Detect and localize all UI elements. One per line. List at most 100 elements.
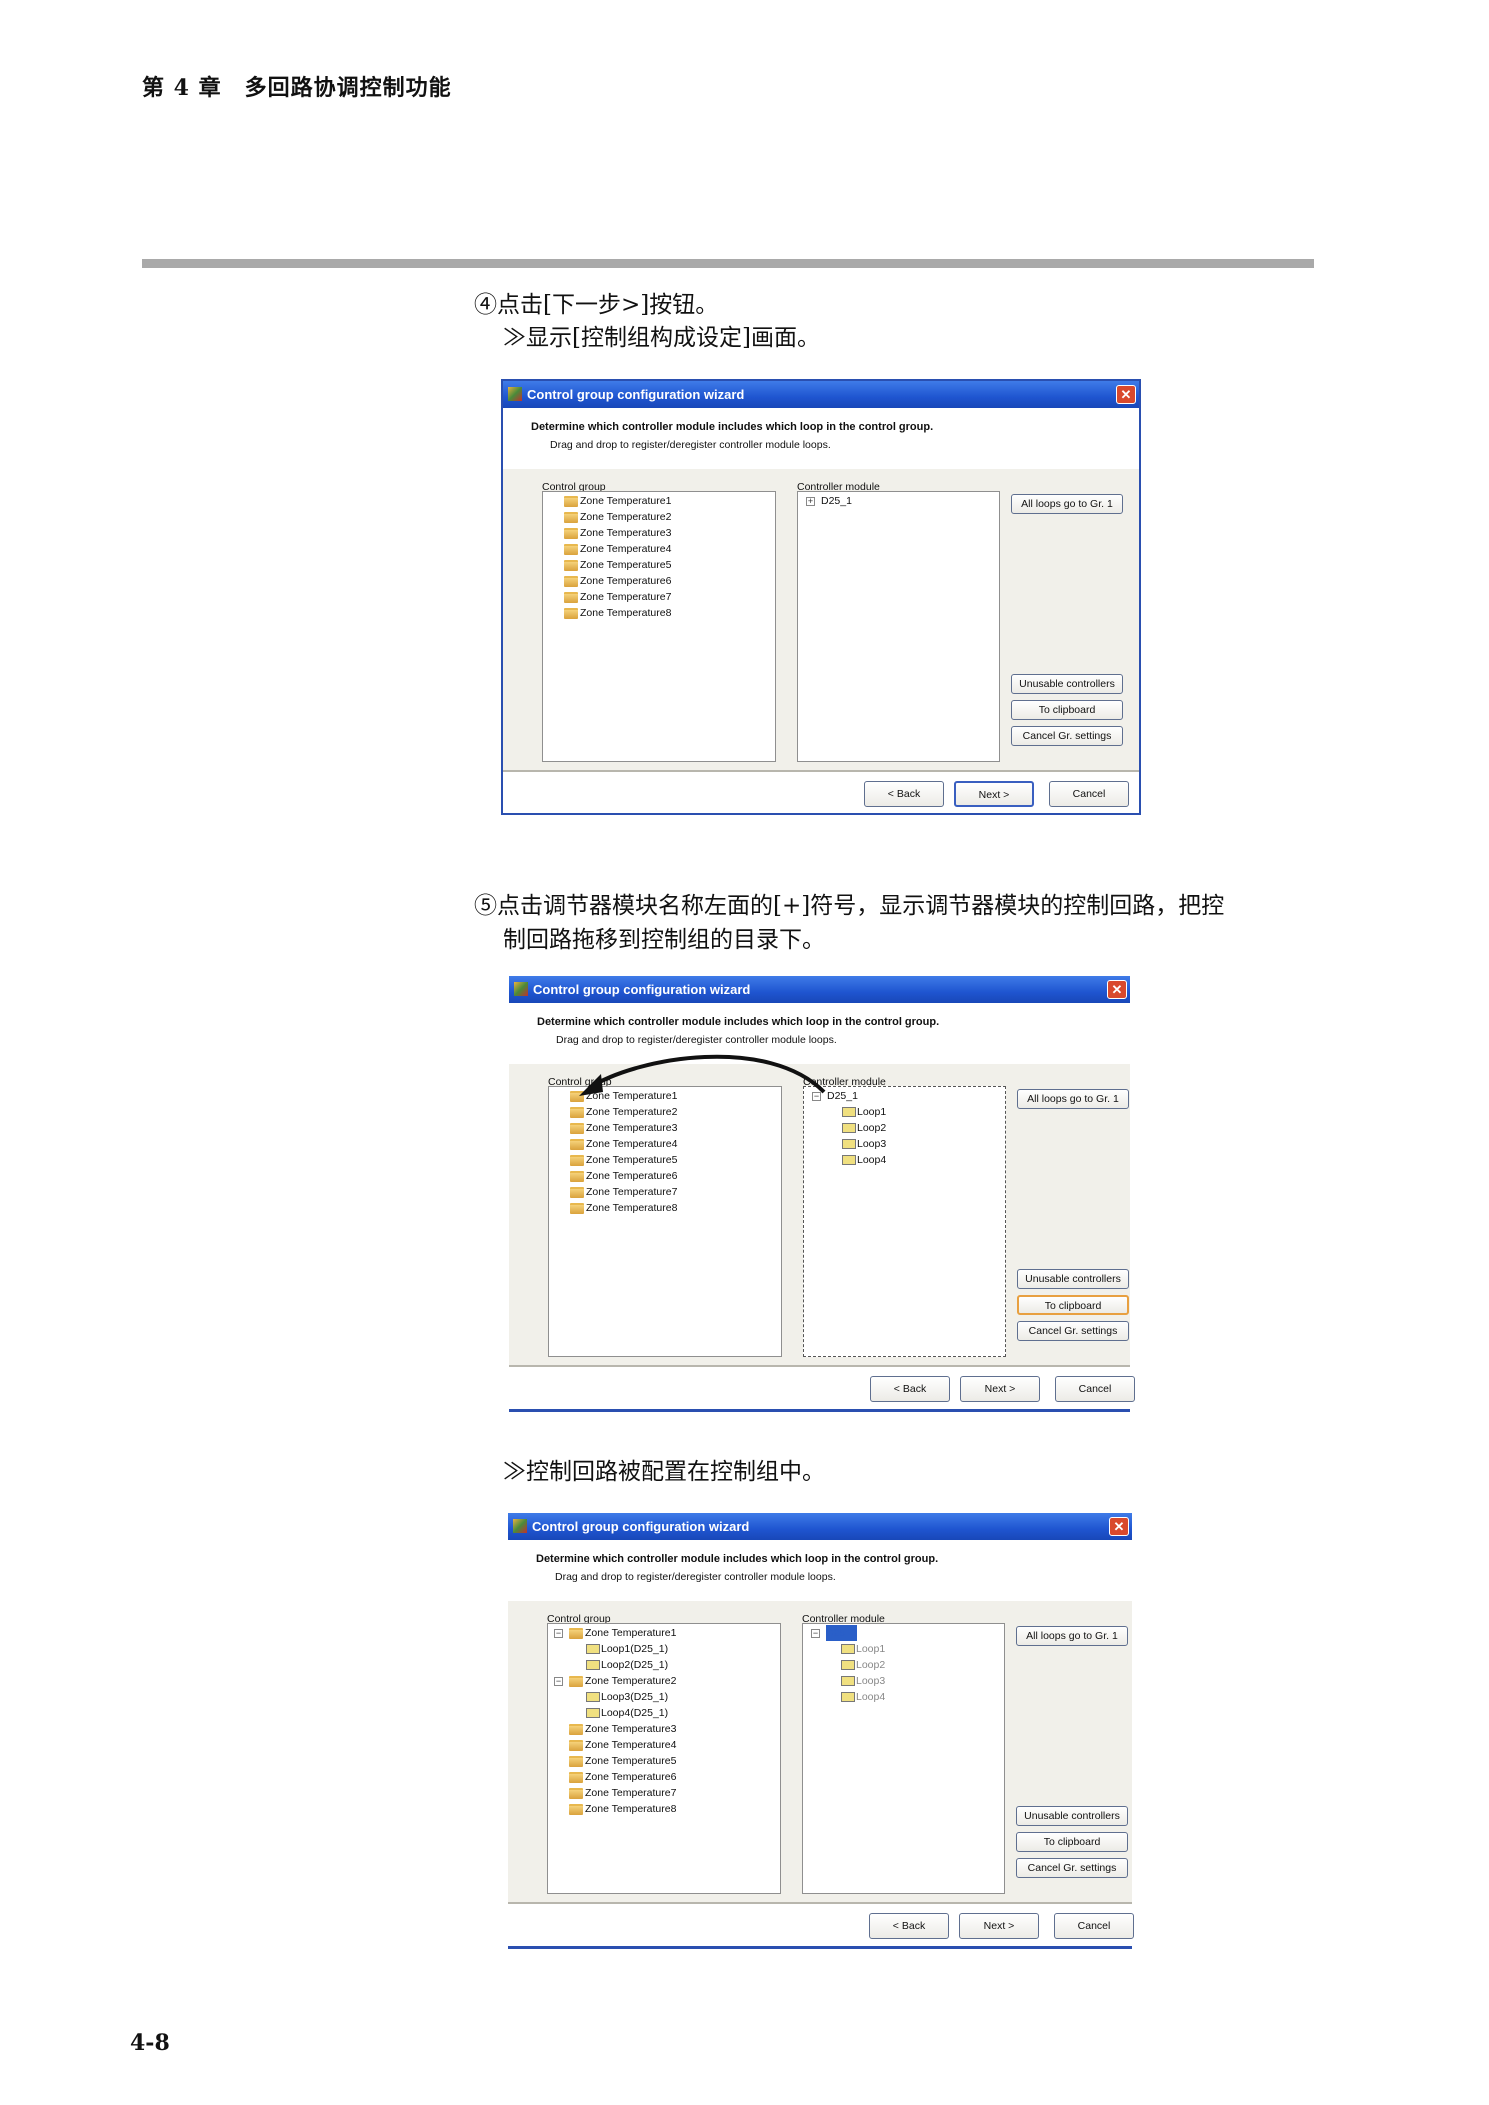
tree-item[interactable]: Zone Temperature6 <box>549 573 671 589</box>
tree-item[interactable]: Loop1 <box>841 1641 885 1657</box>
tree-item[interactable]: Zone Temperature4 <box>555 1136 677 1152</box>
tree-item[interactable]: Zone Temperature6 <box>554 1769 676 1785</box>
next-button[interactable]: Next > <box>959 1913 1039 1939</box>
control-group-tree[interactable]: − Zone Temperature1 Loop1(D25_1) Loop2(D25_… <box>547 1623 781 1894</box>
tree-item[interactable]: Zone Temperature7 <box>555 1184 677 1200</box>
folder-icon <box>564 575 578 587</box>
control-group-tree[interactable]: Zone Temperature1 Zone Temperature2 Zone T… <box>542 491 776 762</box>
all-loops-button[interactable]: All loops go to Gr. 1 <box>1011 494 1123 514</box>
cancel-gr-settings-button[interactable]: Cancel Gr. settings <box>1011 726 1123 746</box>
tree-item-label: Zone Temperature6 <box>586 1170 678 1182</box>
tree-item[interactable]: Zone Temperature2 <box>549 509 671 525</box>
tree-item[interactable]: + D25_1 <box>806 493 852 509</box>
tree-item[interactable]: Zone Temperature3 <box>549 525 671 541</box>
dialog-title: Control group configuration wizard <box>533 982 751 997</box>
folder-icon <box>570 1138 584 1150</box>
collapse-icon[interactable]: − <box>554 1676 563 1686</box>
back-button[interactable]: < Back <box>869 1913 949 1939</box>
cancel-button[interactable]: Cancel <box>1054 1913 1134 1939</box>
tree-item[interactable]: Zone Temperature4 <box>549 541 671 557</box>
tree-item-label: Zone Temperature2 <box>580 511 672 523</box>
unusable-controllers-button[interactable]: Unusable controllers <box>1017 1269 1129 1289</box>
to-clipboard-button[interactable]: To clipboard <box>1011 700 1123 720</box>
wizard-dialog-step4: Control group configuration wizard ✕ Deter… <box>501 379 1141 815</box>
tree-item[interactable]: Loop1 <box>842 1104 886 1120</box>
controller-module-tree[interactable]: − D25_1 Loop1 Loop2 Loop3 Loop4 <box>803 1086 1006 1357</box>
tree-item[interactable]: Zone Temperature1 <box>555 1088 677 1104</box>
tree-item[interactable]: Loop2 <box>842 1120 886 1136</box>
cancel-button[interactable]: Cancel <box>1055 1376 1135 1402</box>
step5-line2: 制回路拖移到控制组的目录下。 <box>503 927 825 953</box>
tree-item[interactable]: Loop4 <box>842 1152 886 1168</box>
tree-item-label: Loop4 <box>857 1154 887 1166</box>
tree-item[interactable]: Zone Temperature7 <box>549 589 671 605</box>
unusable-controllers-button[interactable]: Unusable controllers <box>1011 674 1123 694</box>
tree-item[interactable]: Loop3 <box>842 1136 886 1152</box>
folder-icon <box>570 1154 584 1166</box>
cancel-gr-settings-button[interactable]: Cancel Gr. settings <box>1017 1321 1129 1341</box>
tree-item[interactable]: Zone Temperature5 <box>549 557 671 573</box>
controller-module-tree[interactable]: + D25_1 <box>797 491 1000 762</box>
collapse-icon[interactable]: − <box>554 1628 563 1638</box>
tree-item[interactable]: Zone Temperature7 <box>554 1785 676 1801</box>
back-button[interactable]: < Back <box>864 781 944 807</box>
folder-icon <box>564 527 578 539</box>
tree-item[interactable]: Zone Temperature6 <box>555 1168 677 1184</box>
tree-item[interactable]: Zone Temperature2 <box>555 1104 677 1120</box>
chapter-header: 第 4 章 多回路协调控制功能 <box>142 75 452 101</box>
step4-line2: ≫显示[控制组构成设定]画面。 <box>503 325 820 351</box>
tree-item[interactable]: Zone Temperature1 <box>549 493 671 509</box>
next-button[interactable]: Next > <box>960 1376 1040 1402</box>
tree-item[interactable]: Loop4 <box>841 1689 885 1705</box>
close-button[interactable]: ✕ <box>1109 1517 1129 1536</box>
expand-icon[interactable]: + <box>806 496 815 506</box>
close-button[interactable]: ✕ <box>1116 385 1136 404</box>
page-number: 4-8 <box>130 2030 170 2056</box>
tree-item[interactable]: − D25_1 <box>811 1625 857 1641</box>
tree-item[interactable]: Loop3(D25_1) <box>586 1689 668 1705</box>
loop-icon <box>841 1644 855 1654</box>
dialog-title: Control group configuration wizard <box>527 387 745 402</box>
all-loops-button[interactable]: All loops go to Gr. 1 <box>1016 1626 1128 1646</box>
loop-icon <box>842 1107 856 1117</box>
tree-item[interactable]: Zone Temperature3 <box>554 1721 676 1737</box>
tree-item[interactable]: Zone Temperature8 <box>549 605 671 621</box>
tree-item-label: Zone Temperature6 <box>585 1771 677 1783</box>
tree-item[interactable]: − Zone Temperature1 <box>554 1625 676 1641</box>
next-button[interactable]: Next > <box>954 781 1034 807</box>
tree-item-label: Loop2 <box>856 1659 886 1671</box>
all-loops-button[interactable]: All loops go to Gr. 1 <box>1017 1089 1129 1109</box>
tree-item[interactable]: Zone Temperature5 <box>555 1152 677 1168</box>
collapse-icon[interactable]: − <box>812 1091 821 1101</box>
tree-item[interactable]: Loop1(D25_1) <box>586 1641 668 1657</box>
tree-item[interactable]: − Zone Temperature2 <box>554 1673 676 1689</box>
folder-icon <box>569 1755 583 1767</box>
tree-item-label: Zone Temperature3 <box>580 527 672 539</box>
tree-item[interactable]: Loop4(D25_1) <box>586 1705 668 1721</box>
cancel-button[interactable]: Cancel <box>1049 781 1129 807</box>
control-group-tree[interactable]: Zone Temperature1 Zone Temperature2 Zone T… <box>548 1086 782 1357</box>
tree-item[interactable]: Zone Temperature8 <box>555 1200 677 1216</box>
controller-module-tree[interactable]: − D25_1 Loop1 Loop2 Loop3 Loop4 <box>802 1623 1005 1894</box>
cancel-gr-settings-button[interactable]: Cancel Gr. settings <box>1016 1858 1128 1878</box>
tree-item[interactable]: Zone Temperature3 <box>555 1120 677 1136</box>
back-button[interactable]: < Back <box>870 1376 950 1402</box>
tree-item-label: Loop1 <box>856 1643 886 1655</box>
tree-item[interactable]: Zone Temperature4 <box>554 1737 676 1753</box>
to-clipboard-button[interactable]: To clipboard <box>1017 1295 1129 1315</box>
dialog-subheading: Drag and drop to register/deregister con… <box>556 1034 837 1046</box>
loop-icon <box>841 1692 855 1702</box>
close-button[interactable]: ✕ <box>1107 980 1127 999</box>
tree-item[interactable]: Loop3 <box>841 1673 885 1689</box>
folder-icon <box>569 1627 583 1639</box>
collapse-icon[interactable]: − <box>811 1628 820 1638</box>
unusable-controllers-button[interactable]: Unusable controllers <box>1016 1806 1128 1826</box>
to-clipboard-button[interactable]: To clipboard <box>1016 1832 1128 1852</box>
tree-item[interactable]: Loop2 <box>841 1657 885 1673</box>
tree-item[interactable]: Loop2(D25_1) <box>586 1657 668 1673</box>
tree-item-label: Zone Temperature3 <box>586 1122 678 1134</box>
tree-item[interactable]: − D25_1 <box>812 1088 858 1104</box>
tree-item-label: Zone Temperature5 <box>585 1755 677 1767</box>
tree-item[interactable]: Zone Temperature8 <box>554 1801 676 1817</box>
tree-item[interactable]: Zone Temperature5 <box>554 1753 676 1769</box>
